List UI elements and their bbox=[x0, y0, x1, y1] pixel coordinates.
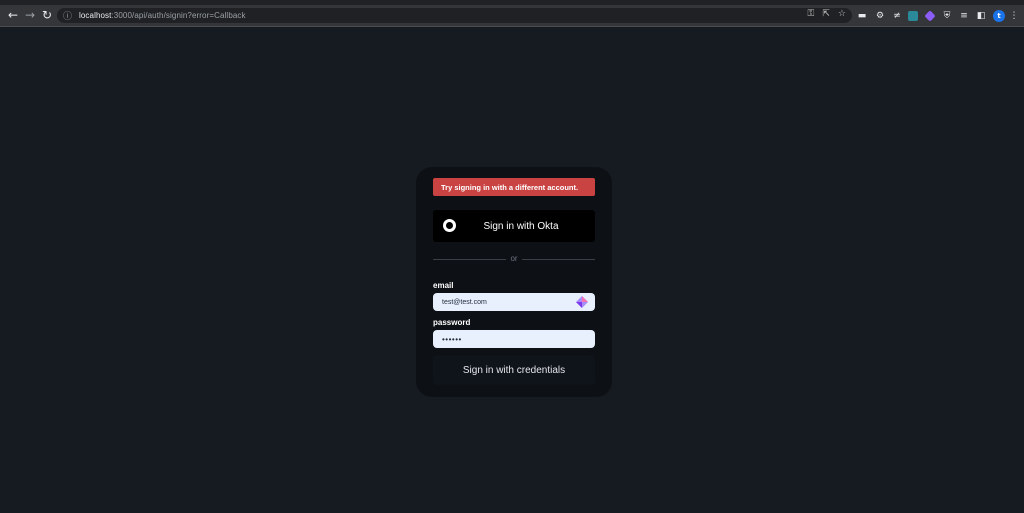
extension-tool-icon[interactable]: ≠ bbox=[891, 8, 903, 23]
extension-purple-icon[interactable] bbox=[924, 8, 936, 23]
extension-hat-icon[interactable]: ▬ bbox=[856, 8, 868, 23]
extension-teal-icon[interactable] bbox=[907, 8, 919, 23]
toolbar-divider bbox=[0, 26, 1024, 27]
divider-or: or bbox=[510, 254, 518, 263]
back-arrow-icon[interactable]: ← bbox=[5, 7, 21, 23]
share-icon[interactable]: ⇱ bbox=[822, 9, 830, 19]
password-label: password bbox=[433, 318, 471, 327]
email-label: email bbox=[433, 281, 454, 290]
profile-initial: t bbox=[993, 9, 1005, 22]
email-value: test@test.com bbox=[442, 298, 487, 306]
forward-arrow-icon[interactable]: → bbox=[22, 7, 38, 23]
url-text[interactable]: localhost:3000/api/auth/signin?error=Cal… bbox=[79, 11, 246, 20]
credentials-signin-button[interactable]: Sign in with credentials bbox=[433, 355, 595, 385]
error-banner: Try signing in with a different account. bbox=[433, 178, 595, 196]
password-field[interactable]: •••••• bbox=[433, 330, 595, 348]
extensions-puzzle-icon[interactable]: ⛨ bbox=[941, 8, 953, 23]
divider-line-right bbox=[522, 259, 595, 260]
okta-signin-button[interactable]: Sign in with Okta bbox=[433, 210, 595, 242]
okta-signin-label: Sign in with Okta bbox=[483, 220, 559, 232]
menu-kebab-icon[interactable]: ⋮ bbox=[1009, 8, 1019, 23]
address-bar[interactable]: ⓘ localhost:3000/api/auth/signin?error=C… bbox=[57, 8, 852, 23]
side-panel-icon[interactable]: ◧ bbox=[975, 8, 987, 23]
reload-icon[interactable]: ↻ bbox=[39, 7, 55, 23]
divider-line-left bbox=[433, 259, 506, 260]
bookmark-star-icon[interactable]: ☆ bbox=[838, 9, 846, 19]
email-field[interactable]: test@test.com bbox=[433, 293, 595, 311]
url-path: :3000/api/auth/signin?error=Callback bbox=[111, 11, 246, 20]
reading-list-icon[interactable]: ≡ bbox=[958, 8, 970, 23]
signin-card: Try signing in with a different account.… bbox=[416, 167, 612, 397]
browser-toolbar: ← → ↻ ⓘ localhost:3000/api/auth/signin?e… bbox=[0, 5, 1024, 26]
key-icon[interactable]: ⚿ bbox=[808, 9, 815, 19]
url-host: localhost bbox=[79, 11, 112, 20]
profile-avatar[interactable]: t bbox=[992, 8, 1006, 23]
site-info-icon[interactable]: ⓘ bbox=[63, 9, 73, 22]
password-manager-icon[interactable] bbox=[576, 296, 588, 308]
password-value: •••••• bbox=[442, 334, 462, 344]
extension-gear-icon[interactable]: ⚙ bbox=[874, 8, 886, 23]
